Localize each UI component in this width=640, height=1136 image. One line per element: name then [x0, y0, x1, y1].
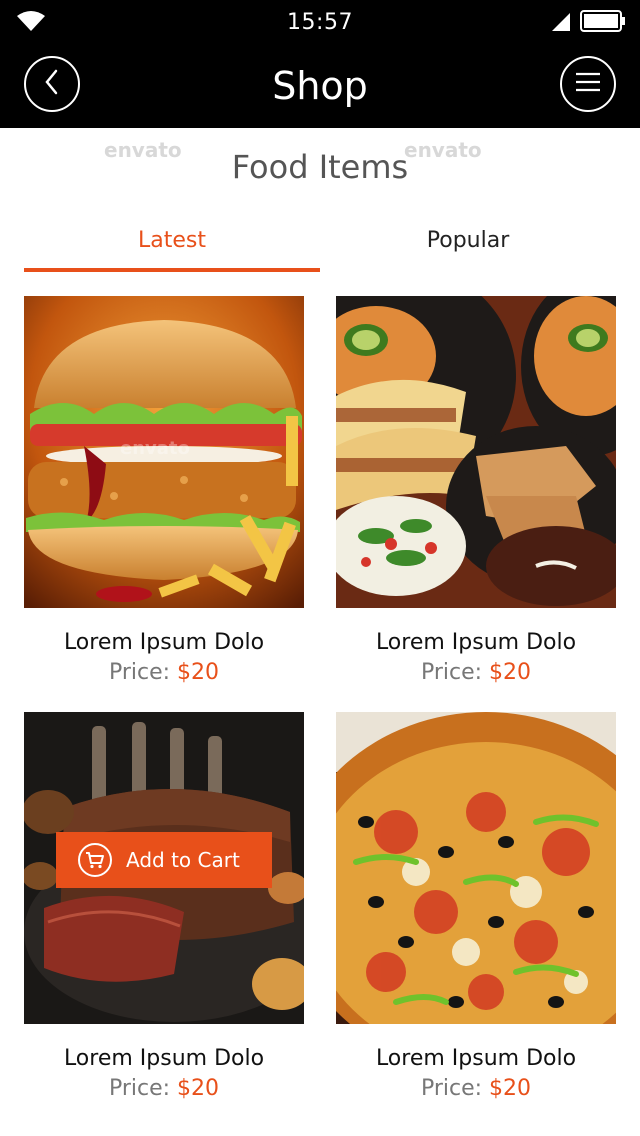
section-title: Food Items — [231, 148, 409, 186]
page-title: Shop — [272, 64, 368, 108]
product-price: Price: $20 — [326, 660, 626, 685]
product-name: Lorem Ipsum Dolo — [375, 1046, 577, 1071]
hamburger-icon — [575, 71, 601, 97]
product-price: Price: $20 — [326, 1076, 626, 1101]
cart-icon — [78, 843, 112, 877]
product-name: Lorem Ipsum Dolo — [63, 1046, 265, 1071]
menu-button[interactable] — [560, 56, 616, 112]
burger-image: envato — [24, 296, 304, 608]
price-amount: $20 — [177, 660, 220, 685]
status-time: 15:57 — [287, 10, 353, 35]
watermark: envato — [120, 438, 190, 459]
price-amount: $20 — [489, 660, 532, 685]
add-to-cart-button[interactable]: Add to Cart — [56, 832, 272, 888]
status-bar: 15:57 — [0, 0, 640, 44]
roast-image: Add to Cart — [24, 712, 304, 1024]
price-label: Price: — [420, 1076, 483, 1101]
product-name: Lorem Ipsum Dolo — [375, 630, 577, 655]
price-label: Price: — [108, 660, 171, 685]
price-amount: $20 — [177, 1076, 220, 1101]
nav-bar: Shop — [0, 44, 640, 128]
product-price: Price: $20 — [14, 660, 314, 685]
add-to-cart-label: Add to Cart — [126, 848, 240, 872]
battery-icon — [580, 10, 626, 36]
price-label: Price: — [420, 660, 483, 685]
product-price: Price: $20 — [14, 1076, 314, 1101]
price-label: Price: — [108, 1076, 171, 1101]
pizza-image — [336, 712, 616, 1024]
product-name: Lorem Ipsum Dolo — [63, 630, 265, 655]
signal-icon — [550, 12, 572, 36]
tab-bar: Latest Popular — [24, 218, 616, 272]
tab-latest[interactable]: Latest — [24, 218, 320, 272]
tab-popular[interactable]: Popular — [320, 218, 616, 272]
tacos-image — [336, 296, 616, 608]
price-amount: $20 — [489, 1076, 532, 1101]
